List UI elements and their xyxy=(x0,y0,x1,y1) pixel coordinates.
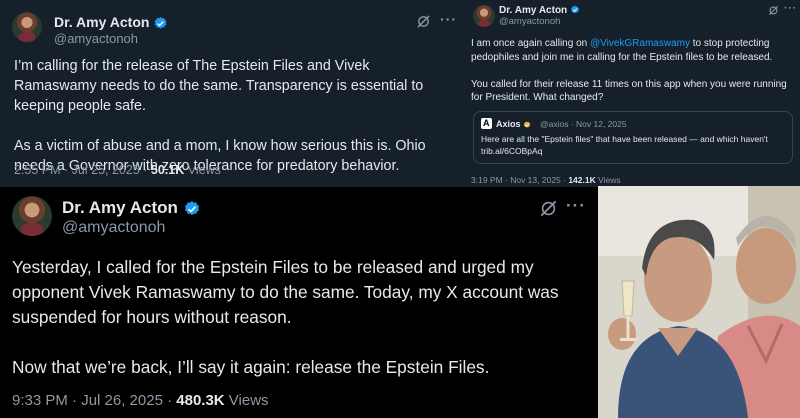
quote-meta: @axios · Nov 12, 2025 xyxy=(540,119,627,129)
views-label: Views xyxy=(224,392,269,409)
tweet-paragraph: I am once again calling on @VivekGRamasw… xyxy=(471,38,773,63)
quoted-tweet[interactable]: Axios @axios · Nov 12, 2025 Here are all… xyxy=(473,111,793,164)
views-count: 480.3K xyxy=(176,392,225,409)
grok-icon[interactable] xyxy=(768,5,779,16)
avatar[interactable] xyxy=(473,5,495,27)
views-count: 142.1K xyxy=(568,175,596,185)
grok-icon[interactable] xyxy=(416,14,431,29)
tweet-meta: 9:33 PM · Jul 26, 2025 · 480.3K Views xyxy=(12,392,269,409)
verified-badge-icon xyxy=(570,5,579,14)
verified-badge-icon xyxy=(184,200,199,215)
views-count: 50.1K xyxy=(150,163,185,177)
mention-link[interactable]: @VivekGRamaswamy xyxy=(590,38,690,49)
tweet-paragraph: Now that we’re back, I’ll say it again: … xyxy=(12,357,490,377)
grok-icon[interactable] xyxy=(539,199,558,218)
tweet-card-1[interactable]: Dr. Amy Acton @amyactonoh ··· I’m callin… xyxy=(0,0,463,187)
tweet-text: I am once again calling on @VivekGRamasw… xyxy=(471,37,795,105)
tweet-text: Yesterday, I called for the Epstein File… xyxy=(12,255,592,380)
axios-logo-icon xyxy=(481,118,492,129)
tweet-card-3[interactable]: Dr. Amy Acton @amyactonoh ··· Yesterday,… xyxy=(0,188,597,418)
tweet-meta: 3:19 PM · Nov 13, 2025 · 142.1K Views xyxy=(471,175,621,185)
author-handle[interactable]: @amyactonoh xyxy=(54,31,138,46)
views-label: Views xyxy=(595,175,621,185)
tweet-timestamp[interactable]: 9:33 PM · Jul 26, 2025 · xyxy=(12,392,176,409)
avatar[interactable] xyxy=(12,196,52,236)
avatar[interactable] xyxy=(12,12,42,42)
author-name[interactable]: Dr. Amy Acton xyxy=(499,5,580,16)
tweet-timestamp[interactable]: 3:19 PM · Nov 13, 2025 · xyxy=(471,175,568,185)
author-name[interactable]: Dr. Amy Acton xyxy=(62,198,201,218)
tweet-timestamp[interactable]: 2:55 PM · Jul 25, 2025 · xyxy=(14,163,151,177)
quote-author: Axios xyxy=(496,119,531,129)
more-icon[interactable]: ··· xyxy=(440,11,457,27)
tweet-card-2[interactable]: Dr. Amy Acton @amyactonoh ··· I am once … xyxy=(463,0,800,187)
verified-badge-icon xyxy=(523,121,531,128)
views-label: Views xyxy=(184,163,221,177)
tweet-text: I’m calling for the release of The Epste… xyxy=(14,56,454,176)
photo xyxy=(598,186,800,418)
tweet-paragraph: You called for their release 11 times on… xyxy=(471,78,787,104)
author-name[interactable]: Dr. Amy Acton xyxy=(54,14,168,31)
quote-text: Here are all the "Epstein files" that ha… xyxy=(481,134,768,156)
tweet-paragraph: I’m calling for the release of The Epste… xyxy=(14,58,424,114)
tweet-paragraph: Yesterday, I called for the Epstein File… xyxy=(12,257,559,327)
tweet-meta: 2:55 PM · Jul 25, 2025 · 50.1K Views xyxy=(14,163,221,177)
more-icon[interactable]: ··· xyxy=(566,196,586,216)
more-icon[interactable]: ··· xyxy=(784,3,797,14)
author-handle[interactable]: @amyactonoh xyxy=(62,219,165,237)
verified-badge-icon xyxy=(154,16,167,29)
author-handle[interactable]: @amyactonoh xyxy=(499,16,560,27)
